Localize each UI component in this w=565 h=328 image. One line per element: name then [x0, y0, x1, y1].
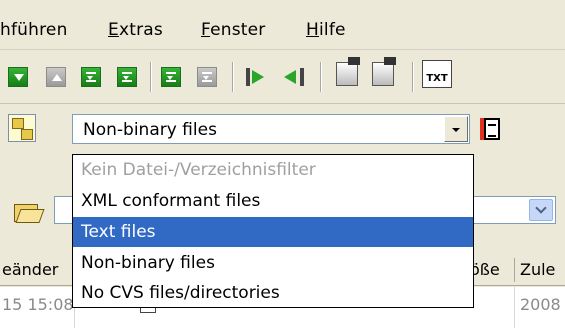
path-combobox[interactable] [54, 196, 74, 224]
compare-options-2-icon[interactable] [372, 57, 400, 90]
column-header-date[interactable]: Zule [520, 260, 555, 279]
filter-row: Non-binary files [0, 104, 565, 160]
filter-option: Kein Datei-/Verzeichnisfilter [81, 160, 316, 180]
toolbar-separator [232, 62, 234, 92]
toolbar: TXT [0, 52, 565, 104]
toolbar-separator [150, 62, 152, 92]
arrow-down-icon[interactable] [7, 66, 29, 88]
filter-option[interactable]: XML conformant files [73, 186, 473, 216]
filter-dropdown-list: Kein Datei-/Verzeichnisfilter XML confor… [72, 154, 474, 308]
column-divider [514, 258, 515, 282]
filter-option[interactable]: Non-binary files [73, 248, 473, 278]
open-folder-icon[interactable] [14, 200, 40, 222]
cell-modified: 15 15:08 [2, 295, 74, 314]
filter-folders-icon[interactable] [8, 114, 36, 142]
compare-options-icon[interactable] [336, 57, 364, 90]
grid-line [514, 287, 515, 328]
edit-filter-icon[interactable] [478, 116, 504, 142]
chevron-down-icon [452, 128, 460, 132]
column-header-modified[interactable]: eänder [2, 260, 58, 279]
menu-fenster[interactable]: Fenster [201, 20, 265, 40]
path-combobox-right[interactable] [470, 196, 556, 224]
path-dropdown-button[interactable] [529, 199, 553, 221]
first-diff-icon[interactable] [196, 66, 218, 88]
arrow-up-icon[interactable] [45, 66, 67, 88]
text-compare-icon[interactable]: TXT [422, 60, 456, 92]
menu-bar: hführen Extras Fenster Hilfe [0, 0, 565, 50]
combobox-dropdown-button[interactable] [444, 116, 468, 142]
copy-right-icon[interactable] [244, 66, 272, 88]
filter-combobox[interactable]: Non-binary files [72, 114, 470, 144]
filter-option-selected[interactable]: Text files [73, 217, 473, 247]
next-diff-icon[interactable] [80, 66, 102, 88]
column-header-size[interactable]: öße [470, 260, 500, 279]
toolbar-separator [320, 62, 322, 92]
toolbar-separator [412, 62, 414, 92]
filter-option[interactable]: No CVS files/directories [73, 278, 473, 308]
menu-extras[interactable]: Extras [108, 20, 163, 40]
filter-combobox-value: Non-binary files [83, 120, 217, 140]
last-diff-icon[interactable] [160, 66, 182, 88]
cell-date: 2008 [520, 295, 561, 314]
menu-hilfe[interactable]: Hilfe [306, 20, 346, 40]
chevron-down-icon [535, 202, 547, 214]
prev-diff-icon[interactable] [116, 66, 138, 88]
menu-ausfuehren[interactable]: hführen [0, 20, 68, 40]
copy-left-icon[interactable] [282, 66, 310, 88]
